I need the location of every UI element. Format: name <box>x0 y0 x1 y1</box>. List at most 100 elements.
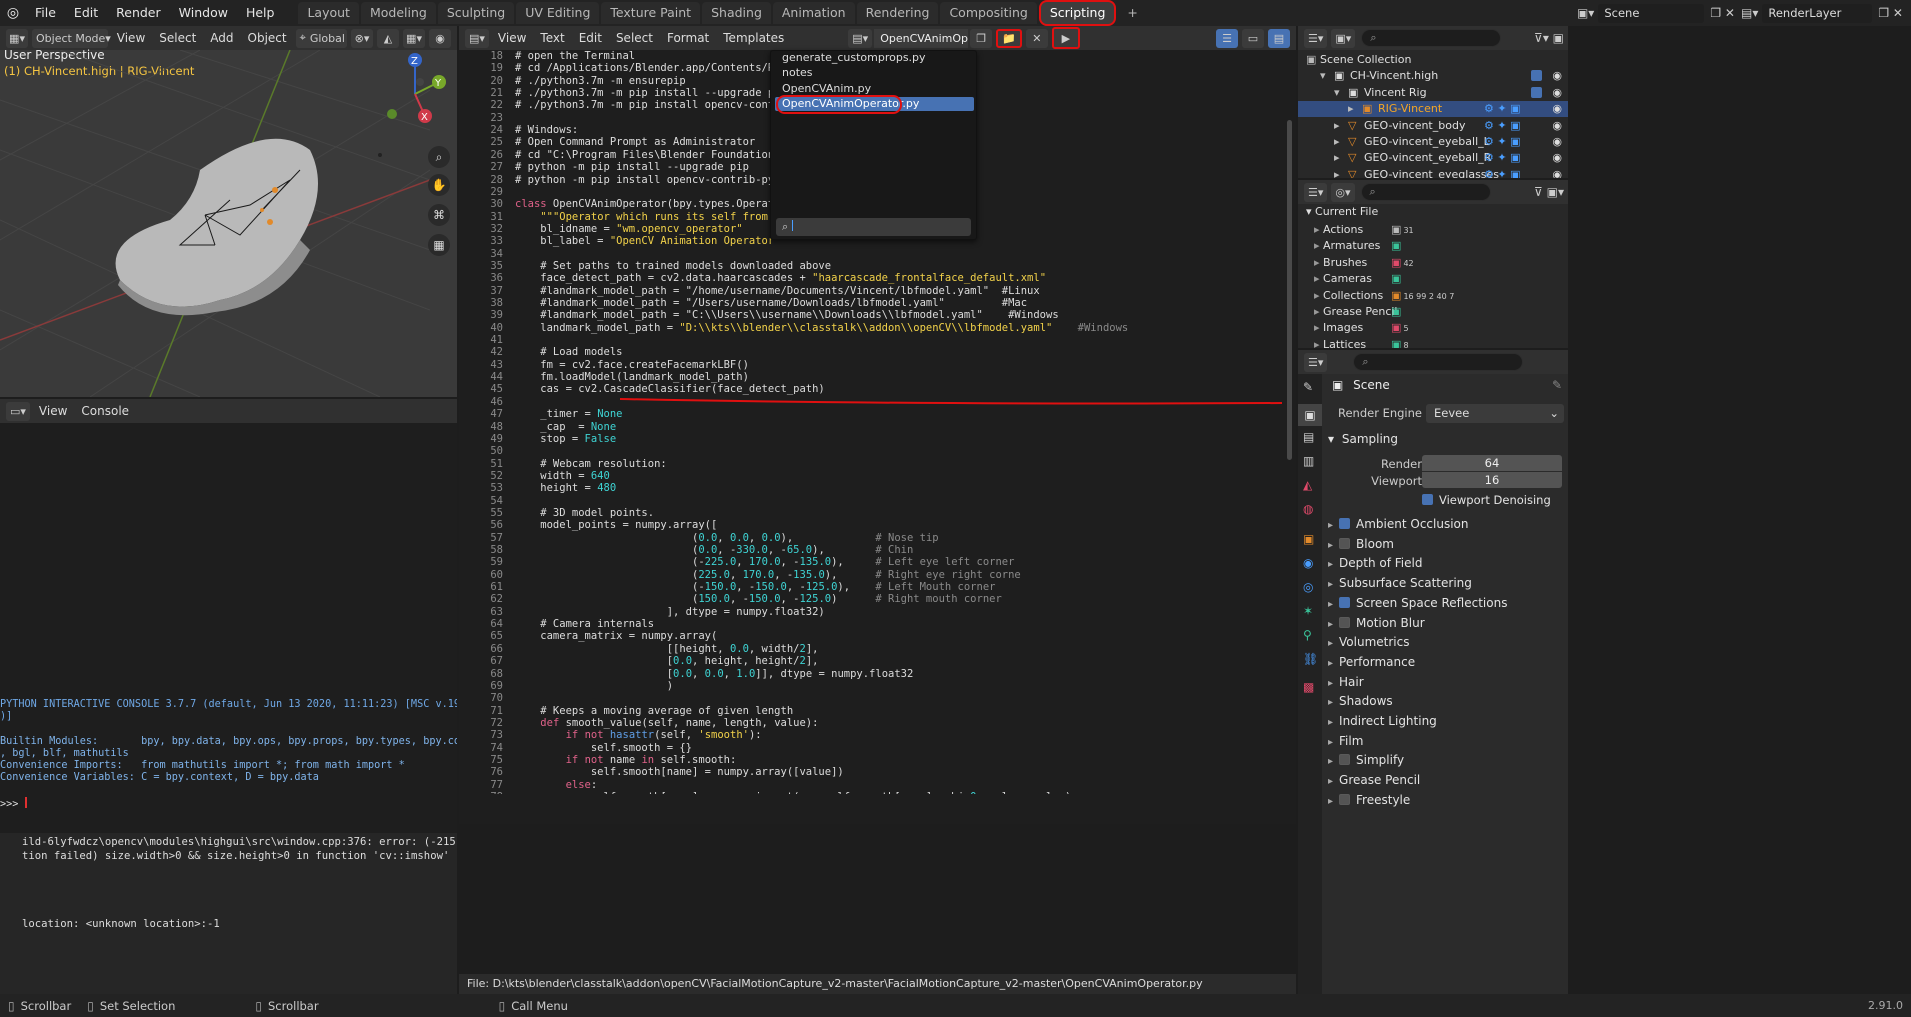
dropdown-item[interactable]: generate_customprops.py <box>782 51 926 65</box>
eye-icon[interactable]: ◉ <box>1552 101 1562 117</box>
expand-arrow-icon[interactable]: ▸ <box>1314 338 1323 348</box>
outliner-panel[interactable]: ☰▾ ▣▾ ⌕ ⊽▾ ▣ ▣ Scene Collection ▾ ▣ CH-Vince… <box>1298 26 1568 178</box>
section-enable-checkbox[interactable] <box>1339 518 1351 529</box>
constraints-tab-icon[interactable]: ◎ <box>1303 580 1313 594</box>
console-prompt[interactable]: >>> <box>0 796 457 811</box>
console-menu-view[interactable]: View <box>32 399 74 423</box>
expand-arrow-icon[interactable]: ▸ <box>1348 101 1354 117</box>
output-tab-icon[interactable]: ▤ <box>1303 430 1314 444</box>
render-section-header[interactable]: ▸Volumetrics⋮⋮ <box>1328 632 1568 652</box>
expand-arrow-icon[interactable]: ▸ <box>1314 256 1323 269</box>
blender-logo-icon[interactable]: ◎ <box>0 5 26 21</box>
eye-icon[interactable]: ◉ <box>1552 68 1562 84</box>
expand-arrow-icon[interactable]: ▸ <box>1314 289 1323 302</box>
render-section-header[interactable]: ▸Shadows⋮⋮ <box>1328 691 1568 711</box>
dropdown-search-field[interactable]: ⌕ <box>776 218 971 236</box>
menu-add[interactable]: Add <box>203 26 240 50</box>
view-layer-tab-icon[interactable]: ▥ <box>1303 454 1314 468</box>
transform-orientation-dropdown[interactable]: ⌖ Global <box>295 28 347 48</box>
outliner-row[interactable]: ▸ ▽ GEO-vincent_eyeball_L ⚙ ✦ ▣ ◉ <box>1298 134 1568 150</box>
blend-data-row[interactable]: ▸ Collections ▣ 16 99 2 40 7 <box>1314 288 1564 304</box>
expand-arrow-icon[interactable]: ▸ <box>1334 118 1340 134</box>
blend-display-mode-icon[interactable]: ◎▾ <box>1331 182 1355 202</box>
include-checkbox[interactable] <box>1531 86 1542 98</box>
viewport-3d[interactable]: ▦▾ Object Mode ▾ View Select Add Object ⌖… <box>0 26 457 397</box>
blend-data-row[interactable]: ▸ Images ▣ 5 <box>1314 320 1564 336</box>
viewport-denoising-checkbox[interactable] <box>1422 494 1433 505</box>
text-menu-text[interactable]: Text <box>533 26 571 50</box>
blend-filter-icon[interactable]: ⊽ ▣▾ <box>1534 185 1564 199</box>
menu-object[interactable]: Object <box>241 26 294 50</box>
menu-window[interactable]: Window <box>170 0 237 26</box>
tab-shading[interactable]: Shading <box>702 2 771 24</box>
menu-select[interactable]: Select <box>152 26 203 50</box>
tab-sculpting[interactable]: Sculpting <box>437 2 515 24</box>
scene-selector[interactable]: Scene <box>1598 3 1705 23</box>
console-editor-icon[interactable]: ▭▾ <box>6 401 30 421</box>
texture-tab-icon[interactable]: ▩ <box>1303 680 1314 694</box>
tab-compositing[interactable]: Compositing <box>940 2 1037 24</box>
properties-editor-icon[interactable]: ☰▾ <box>1304 352 1328 372</box>
tab-layout[interactable]: Layout <box>298 2 359 24</box>
render-section-header[interactable]: ▸Performance⋮⋮ <box>1328 652 1568 672</box>
expand-arrow-icon[interactable]: ▾ <box>1334 85 1340 101</box>
properties-search-input[interactable]: ⌕ <box>1353 353 1524 371</box>
blend-data-row[interactable]: ▸ Actions ▣ 31 <box>1314 222 1564 238</box>
tab-uv-editing[interactable]: UV Editing <box>516 2 600 24</box>
menu-view[interactable]: View <box>110 26 152 50</box>
menu-help[interactable]: Help <box>237 0 284 26</box>
render-section-header[interactable]: ▸Simplify⋮⋮ <box>1328 750 1568 770</box>
text-menu-select[interactable]: Select <box>609 26 660 50</box>
outliner-display-mode-icon[interactable]: ▣▾ <box>1331 28 1356 48</box>
render-section-header[interactable]: ▸Bloom⋮⋮ <box>1328 534 1568 554</box>
outliner-row[interactable]: ▸ ▽ GEO-vincent_eyeglasses ⚙ ✦ ▣ ◉ <box>1298 167 1568 178</box>
eye-icon[interactable]: ◉ <box>1552 134 1562 150</box>
section-enable-checkbox[interactable] <box>1339 616 1351 628</box>
current-file-row[interactable]: ▾ Current File <box>1306 204 1378 220</box>
camera-view-button-icon[interactable]: ⌘ <box>428 204 450 226</box>
word-wrap-toggle-icon[interactable]: ▭ <box>1242 28 1264 48</box>
blend-file-view[interactable]: ☰▾ ◎▾ ⌕ ⊽ ▣▾ ▾ Current File ▸ Actions ▣ 31… <box>1298 180 1568 348</box>
render-section-header[interactable]: ▸Freestyle⋮⋮ <box>1328 790 1568 810</box>
eye-icon[interactable]: ◉ <box>1552 118 1562 134</box>
object-tab-icon[interactable]: ▣ <box>1303 532 1314 546</box>
outliner-editor-icon[interactable]: ☰▾ <box>1304 28 1328 48</box>
armature-tab-icon[interactable]: ✶ <box>1303 604 1313 618</box>
dropdown-item[interactable]: OpenCVAnim.py <box>782 82 871 96</box>
expand-arrow-icon[interactable]: ▸ <box>1314 305 1323 318</box>
run-script-button[interactable]: ▶ <box>1051 27 1080 49</box>
eye-icon[interactable]: ◉ <box>1552 85 1562 101</box>
pin-icon[interactable]: ✎ <box>1552 378 1562 392</box>
outliner-row[interactable]: ▸ ▽ GEO-vincent_eyeball_R ⚙ ✦ ▣ ◉ <box>1298 150 1568 166</box>
scene-tab-icon[interactable]: ◭ <box>1303 478 1312 492</box>
console-menu-console[interactable]: Console <box>74 399 136 423</box>
section-enable-checkbox[interactable] <box>1339 537 1351 549</box>
world-tab-icon[interactable]: ◍ <box>1303 502 1313 516</box>
tab-rendering[interactable]: Rendering <box>856 2 939 24</box>
expand-arrow-icon[interactable]: ▸ <box>1314 223 1323 236</box>
ortho-view-button-icon[interactable]: ▦ <box>428 234 450 256</box>
object-mode-dropdown[interactable]: Object Mode ▾ <box>32 28 111 48</box>
tab-animation[interactable]: Animation <box>772 2 855 24</box>
menu-render[interactable]: Render <box>107 0 170 26</box>
eye-icon[interactable]: ◉ <box>1552 167 1562 178</box>
blend-data-row[interactable]: ▸ Armatures ▣ <box>1314 238 1564 254</box>
proportional-icon[interactable]: ◉ <box>429 28 451 48</box>
dropdown-item[interactable]: notes <box>782 66 813 80</box>
blend-data-row[interactable]: ▸ Grease Pencil▣ <box>1314 304 1564 320</box>
outliner-row[interactable]: ▾ ▣ Vincent Rig ◉ <box>1298 85 1568 101</box>
snap-grid-icon[interactable]: ▦▾ <box>403 28 425 48</box>
copy-scene-icon[interactable]: ❐ ✕ <box>1710 6 1735 20</box>
viewport-denoising-row[interactable]: Viewport Denoising <box>1422 493 1551 507</box>
render-section-header[interactable]: ▸Indirect Lighting⋮⋮ <box>1328 711 1568 731</box>
unlink-text-icon[interactable]: ✕ <box>1025 28 1048 48</box>
expand-arrow-icon[interactable]: ▸ <box>1334 167 1340 178</box>
collection-icon[interactable]: ▣ <box>1306 52 1316 68</box>
outliner-row[interactable]: ▸ ▣ RIG-Vincent ⚙ ✦ ▣ ◉ <box>1298 101 1568 118</box>
pan-view-button-icon[interactable]: ✋ <box>428 174 450 196</box>
zoom-view-button-icon[interactable]: ⌕ <box>428 146 450 168</box>
outliner-row[interactable]: ▸ ▽ GEO-vincent_body ⚙ ✦ ▣ ◉ <box>1298 118 1568 134</box>
render-section-header[interactable]: ▸Film⋮⋮ <box>1328 731 1568 751</box>
view-layer-selector[interactable]: RenderLayer <box>1762 3 1873 23</box>
duplicate-text-icon[interactable]: ❐ <box>970 28 993 48</box>
